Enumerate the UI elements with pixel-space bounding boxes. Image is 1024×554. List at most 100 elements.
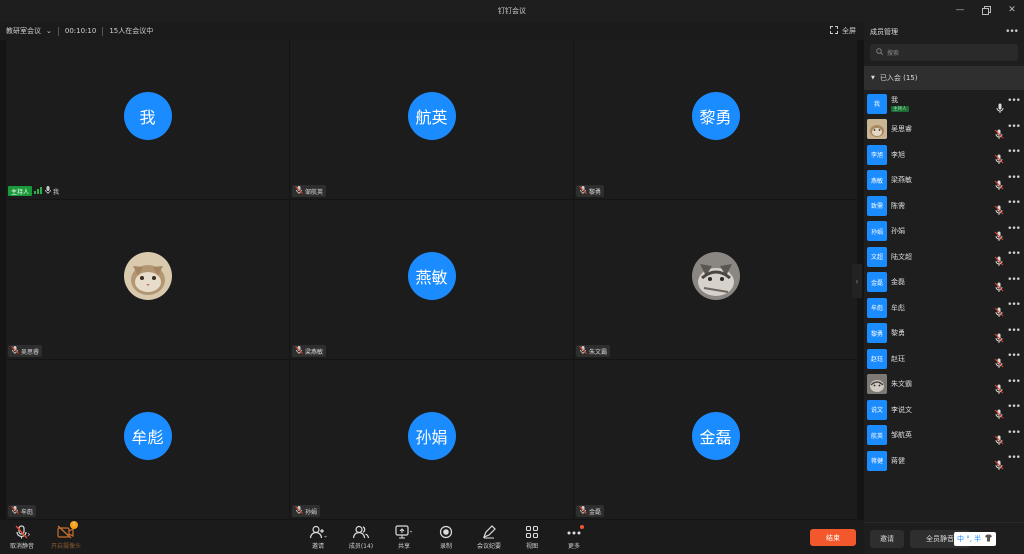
participant-name: 梁燕敏 [305,348,324,356]
mic-muted-icon[interactable] [994,430,1004,449]
members-button[interactable]: 成员(14) [341,524,381,550]
member-row[interactable]: 蒋健 蒋健 ••• [864,448,1024,474]
member-row[interactable]: 朱文霸 ••• [864,372,1024,398]
mic-muted-icon[interactable] [994,302,1004,321]
video-tile[interactable]: 朱文霸 [574,200,857,359]
mic-muted-icon[interactable] [994,200,1004,219]
mic-muted-icon[interactable] [994,353,1004,372]
member-more-icon[interactable]: ••• [1007,122,1021,132]
chevron-down-icon: ⌄ [46,27,52,35]
more-dots-icon [566,524,584,540]
elapsed-time: 00:10:10 [64,27,97,35]
notification-dot [580,525,584,529]
video-tile[interactable]: 燕敏 梁燕敏 [290,200,573,359]
member-row[interactable]: 致需 陈需 ••• [864,193,1024,219]
member-row[interactable]: 李旭 李旭 ••• [864,142,1024,168]
minutes-button[interactable]: 会议纪要 [469,524,509,550]
member-more-icon[interactable]: ••• [1007,249,1021,259]
video-tile[interactable]: 吴思睿 [6,200,289,359]
fullscreen-button[interactable]: 全屏 [830,22,856,40]
share-button[interactable]: 共享 [384,524,424,550]
member-row[interactable]: 赵珏 赵珏 ••• [864,346,1024,372]
panel-invite-button[interactable]: 邀请 [870,530,904,548]
restore-icon[interactable] [980,4,992,16]
mic-muted-icon[interactable] [994,328,1004,347]
participant-nametag: 牟彪 [8,505,37,517]
member-name: 黎勇 [891,329,905,338]
record-button[interactable]: 录制 [426,524,466,550]
mic-muted-icon[interactable] [994,455,1004,474]
member-more-icon[interactable]: ••• [1007,300,1021,310]
more-button[interactable]: 更多 [554,524,594,550]
mic-muted-icon[interactable] [994,124,1004,143]
participant-nametag: 梁燕敏 [292,345,327,357]
member-more-icon[interactable]: ••• [1007,147,1021,157]
member-row[interactable]: 吴思睿 ••• [864,117,1024,143]
member-more-icon[interactable]: ••• [1007,96,1021,106]
mic-muted-icon[interactable] [994,175,1004,194]
member-row[interactable]: 航英 邹航英 ••• [864,423,1024,449]
member-row[interactable]: 黎勇 黎勇 ••• [864,321,1024,347]
minimize-icon[interactable]: — [954,4,966,16]
member-row[interactable]: 孙娟 孙娟 ••• [864,219,1024,245]
participant-avatar: 黎勇 [691,91,740,140]
more-label: 更多 [567,543,580,550]
video-tile[interactable]: 孙娟 孙娟 [290,360,573,519]
fullscreen-icon [830,26,838,36]
member-row[interactable]: 说文 李说文 ••• [864,397,1024,423]
attendance-count: 15人在会议中 [109,27,154,35]
fullscreen-label: 全屏 [842,27,856,35]
view-button[interactable]: 视图 [512,524,552,550]
member-avatar: 赵珏 [867,348,887,369]
member-more-icon[interactable]: ••• [1007,428,1021,438]
mic-muted-icon[interactable] [994,379,1004,398]
video-tile[interactable]: 航英 邹航英 [290,40,573,199]
panel-more-icon[interactable]: ••• [1005,27,1019,37]
member-more-icon[interactable]: ••• [1007,453,1021,463]
member-row[interactable]: 金磊 金磊 ••• [864,270,1024,296]
mic-muted-icon[interactable] [994,251,1004,270]
video-tile[interactable]: 牟彪 牟彪 [6,360,289,519]
mic-muted-icon[interactable] [994,149,1004,168]
caret-down-icon: ▼ [871,75,875,81]
participant-nametag: 黎勇 [576,185,605,197]
camera-button[interactable]: ! 开启摄像头 [46,521,86,550]
member-more-icon[interactable]: ••• [1007,402,1021,412]
member-row[interactable]: 我 我主持人 ••• [864,91,1024,117]
video-tile[interactable]: 黎勇 黎勇 [574,40,857,199]
member-row[interactable]: 牟彪 牟彪 ••• [864,295,1024,321]
mic-muted-icon[interactable] [994,404,1004,423]
member-avatar: 金磊 [867,272,887,293]
window-controls: — ✕ [954,4,1018,16]
meeting-name-dropdown[interactable]: 教研室会议 ⌄ [0,22,58,40]
member-name: 邹航英 [891,431,912,440]
member-more-icon[interactable]: ••• [1007,326,1021,336]
participant-avatar: 航英 [407,91,456,140]
member-more-icon[interactable]: ••• [1007,275,1021,285]
joined-group-header[interactable]: ▼ 已入会 (15) [864,66,1024,90]
mic-muted-icon [579,346,587,356]
member-avatar: 李旭 [867,144,887,165]
invite-button[interactable]: 邀请 [298,524,338,550]
member-search-input[interactable]: 搜索 [870,44,1018,61]
video-tile[interactable]: 金磊 金磊 [574,360,857,519]
participant-name: 吴思睿 [21,348,40,356]
mic-muted-icon[interactable] [994,226,1004,245]
mic-icon[interactable] [996,98,1004,117]
member-more-icon[interactable]: ••• [1007,224,1021,234]
close-icon[interactable]: ✕ [1006,4,1018,16]
member-more-icon[interactable]: ••• [1007,351,1021,361]
member-more-icon[interactable]: ••• [1007,377,1021,387]
mic-muted-icon[interactable] [994,277,1004,296]
video-tile[interactable]: 我 主持人 我 [6,40,289,199]
member-more-icon[interactable]: ••• [1007,198,1021,208]
member-row[interactable]: 文超 陆文超 ••• [864,244,1024,270]
member-avatar: 黎勇 [867,323,887,344]
members-label: 成员(14) [348,543,374,550]
member-row[interactable]: 燕敏 梁燕敏 ••• [864,168,1024,194]
collapse-panel-button[interactable]: › [852,264,862,298]
member-more-icon[interactable]: ••• [1007,173,1021,183]
share-screen-icon [395,524,413,540]
end-meeting-button[interactable]: 结束 [810,529,856,546]
unmute-button[interactable]: 取消静音 [2,524,42,550]
